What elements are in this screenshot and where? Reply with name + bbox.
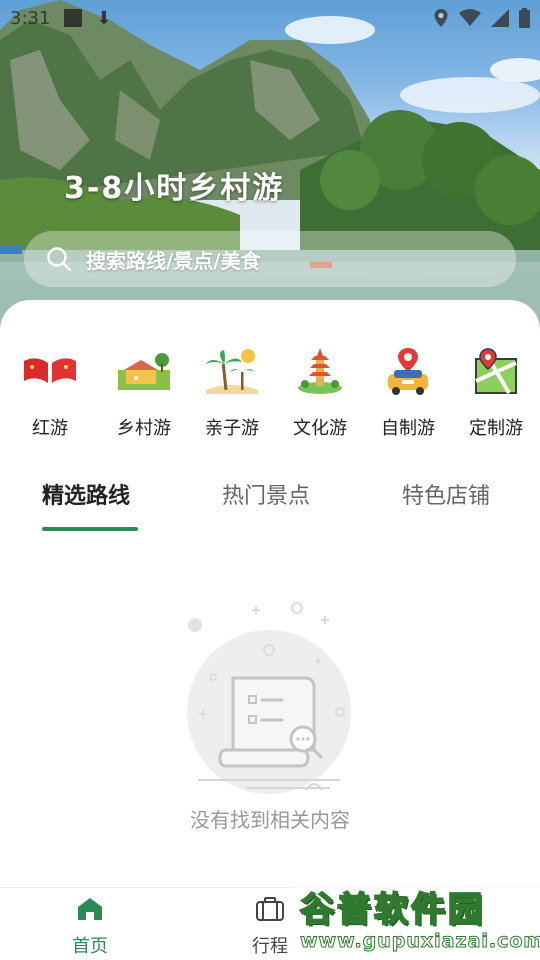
search-bar[interactable]: 搜索路线/景点/美食 [24, 231, 516, 287]
content-tabs: 精选路线 热门景点 特色店铺 [0, 478, 540, 534]
tab-hot-attractions[interactable]: 热门景点 [222, 478, 310, 510]
content-sheet: 红游 乡村游 亲子游 文化游 自制游 定制游 精选路线 热门景点 特色店铺 没有… [0, 300, 540, 960]
briefcase-icon [256, 897, 284, 921]
map-pin-icon [475, 348, 517, 395]
category-self-tour[interactable]: 自制游 [364, 340, 452, 440]
category-custom-tour[interactable]: 定制游 [452, 340, 540, 440]
farm-icon [118, 353, 170, 390]
tab-featured-routes[interactable]: 精选路线 [42, 478, 130, 510]
battery-icon [519, 8, 530, 28]
tab-featured-shops[interactable]: 特色店铺 [402, 478, 490, 510]
category-label: 自制游 [381, 418, 435, 439]
search-icon [47, 247, 72, 272]
status-time: 3:31 [10, 7, 51, 29]
wifi-icon [459, 9, 481, 26]
category-label: 红游 [32, 418, 68, 439]
category-label: 定制游 [469, 418, 523, 439]
nav-label: 行程 [252, 936, 288, 957]
notification-icon [64, 9, 83, 27]
nav-home[interactable]: 首页 [40, 896, 140, 958]
empty-state-text: 没有找到相关内容 [190, 808, 350, 832]
palm-beach-icon [206, 349, 258, 394]
category-culture-tour[interactable]: 文化游 [276, 340, 364, 440]
search-placeholder: 搜索路线/景点/美食 [86, 248, 261, 273]
location-icon [434, 9, 448, 27]
home-icon [78, 898, 102, 920]
nav-label: 首页 [72, 936, 108, 957]
category-label: 乡村游 [117, 418, 171, 439]
hero-title: 3-8小时乡村游 [64, 171, 285, 206]
red-flag-icon [24, 358, 76, 383]
category-label: 文化游 [293, 418, 347, 439]
car-location-icon [388, 348, 428, 395]
status-bar: 3:31 ⬇ [0, 0, 540, 36]
category-family-tour[interactable]: 亲子游 [188, 340, 276, 440]
app-screen: 3-8小时乡村游 3:31 ⬇ 搜索路线/景点/美食 红游 乡村游 亲子游 文化… [0, 0, 540, 960]
download-icon: ⬇ [96, 7, 112, 29]
category-rural-tour[interactable]: 乡村游 [100, 340, 188, 440]
pagoda-icon [298, 348, 342, 394]
nav-itinerary[interactable]: 行程 [220, 896, 320, 958]
category-label: 亲子游 [205, 418, 259, 439]
category-row: 红游 乡村游 亲子游 文化游 自制游 定制游 [0, 340, 540, 440]
category-red-tour[interactable]: 红游 [0, 340, 100, 440]
bottom-nav: 首页 行程 [0, 887, 540, 960]
signal-icon [491, 9, 509, 27]
tab-indicator [42, 527, 138, 531]
